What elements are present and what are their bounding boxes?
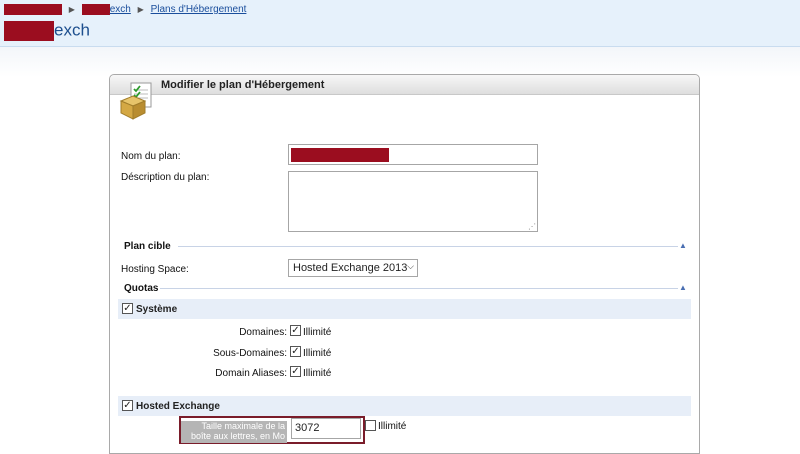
hosting-plan-icon	[119, 82, 152, 120]
hosting-space-selected: Hosted Exchange 2013	[293, 262, 408, 274]
plan-description-label: Déscription du plan:	[121, 172, 210, 183]
systeme-group-label: Système	[136, 304, 178, 315]
hosted-exchange-group-label: Hosted Exchange	[136, 401, 220, 412]
breadcrumb-item-hosting-plans[interactable]: Plans d'Hébergement	[151, 4, 247, 15]
systeme-group-checkbox[interactable]: ✓	[122, 303, 133, 314]
header-band	[0, 47, 800, 77]
domain-aliases-unlimited-label: Illimité	[303, 368, 332, 379]
domain-aliases-label: Domain Aliases:	[215, 368, 287, 379]
section-divider	[178, 246, 678, 247]
page-title: exch	[4, 20, 90, 42]
quotas-section-title: Quotas	[124, 283, 159, 294]
breadcrumb-item-exch[interactable]: exch	[110, 4, 131, 15]
breadcrumb-item-redacted[interactable]	[4, 4, 62, 15]
plan-name-value-redacted	[291, 148, 389, 162]
mailbox-size-unlimited-label: Illimité	[378, 421, 407, 432]
panel-header: Modifier le plan d'Hébergement	[110, 75, 699, 95]
plan-description-textarea[interactable]	[288, 171, 538, 232]
hosting-space-select[interactable]: Hosted Exchange 2013 ⌵	[288, 259, 418, 277]
resize-grip-icon[interactable]: ⋰	[528, 222, 536, 231]
mailbox-size-label-line2: boîte aux lettres, en Mo	[190, 431, 285, 441]
breadcrumb: ▶ exch ▶ Plans d'Hébergement	[4, 4, 246, 16]
sous-domaines-unlimited-label: Illimité	[303, 348, 332, 359]
breadcrumb-separator-icon: ▶	[137, 5, 144, 14]
mailbox-size-label: Taille maximale de la boîte aux lettres,…	[181, 421, 287, 443]
sous-domaines-unlimited-checkbox[interactable]: ✓	[290, 346, 301, 357]
mailbox-size-label-line1: Taille maximale de la	[201, 421, 285, 431]
systeme-group-header	[118, 299, 691, 319]
sous-domaines-label: Sous-Domaines:	[213, 348, 287, 359]
top-header: ▶ exch ▶ Plans d'Hébergement exch	[0, 0, 800, 47]
plan-name-label: Nom du plan:	[121, 151, 181, 162]
collapse-target-icon[interactable]: ▲	[679, 241, 687, 250]
hosted-exchange-group-checkbox[interactable]: ✓	[122, 400, 133, 411]
mailbox-size-input[interactable]: 3072	[291, 418, 361, 439]
domaines-label: Domaines:	[239, 327, 287, 338]
edit-hosting-plan-panel: Modifier le plan d'Hébergement Nom du pl…	[109, 74, 700, 454]
collapse-quotas-icon[interactable]: ▲	[679, 283, 687, 292]
domaines-unlimited-checkbox[interactable]: ✓	[290, 325, 301, 336]
chevron-down-icon: ⌵	[407, 261, 414, 271]
domain-aliases-unlimited-checkbox[interactable]: ✓	[290, 366, 301, 377]
mailbox-size-unlimited-checkbox[interactable]	[365, 420, 376, 431]
page-title-redacted	[4, 20, 54, 41]
page-title-text: exch	[54, 20, 90, 40]
hosting-space-label: Hosting Space:	[121, 264, 189, 275]
section-divider	[160, 288, 678, 289]
breadcrumb-separator-icon: ▶	[68, 5, 75, 14]
panel-title: Modifier le plan d'Hébergement	[161, 79, 325, 91]
breadcrumb-item-redacted-2[interactable]	[81, 4, 110, 15]
domaines-unlimited-label: Illimité	[303, 327, 332, 338]
target-plan-section-title: Plan cible	[124, 241, 171, 252]
